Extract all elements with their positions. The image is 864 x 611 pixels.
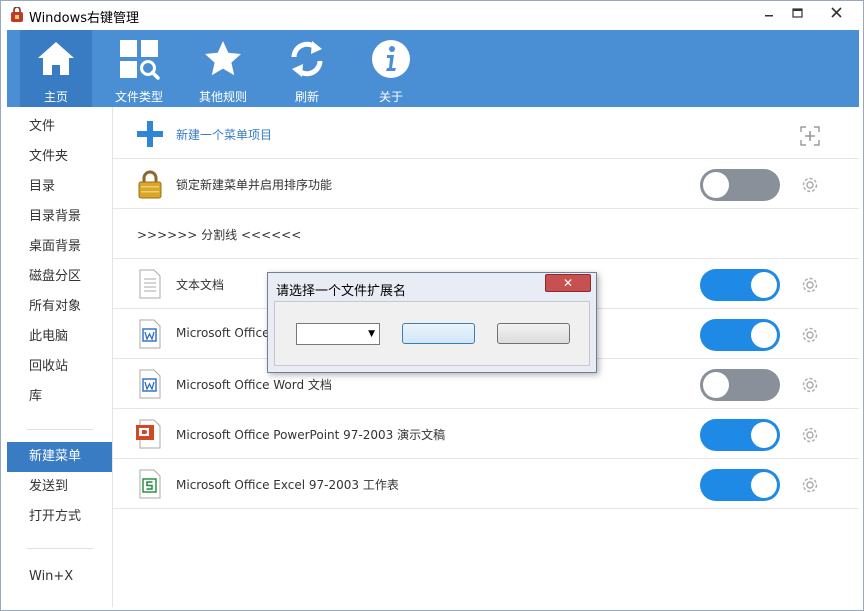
dialog-title: 请选择一个文件扩展名 [276,284,407,299]
sidebar-item-new-menu[interactable]: 新建菜单 [7,442,112,472]
sidebar-item-directory[interactable]: 目录 [7,172,112,202]
refresh-icon [291,41,323,77]
gear-icon[interactable] [800,325,820,345]
dialog-close-button[interactable]: ✕ [545,274,591,292]
tab-refresh[interactable]: 刷新 [271,30,343,107]
sidebar-item-drive[interactable]: 磁盘分区 [7,262,112,292]
sidebar-item-this-pc[interactable]: 此电脑 [7,322,112,352]
minimize-button[interactable] [755,2,783,22]
sidebar-item-all-objects[interactable]: 所有对象 [7,292,112,322]
toolbar: 主页 文件类型 其他规则 刷新 关于 [7,30,859,107]
toggle-switch[interactable] [700,269,780,301]
restore-icon [791,7,803,18]
star-icon [205,41,241,76]
tab-file-types[interactable]: 文件类型 [103,30,175,107]
info-icon [372,40,410,78]
word-icon [139,319,161,349]
tab-other-rules[interactable]: 其他规则 [187,30,259,107]
gear-icon[interactable] [800,275,820,295]
close-button[interactable] [813,2,859,22]
toggle-switch[interactable] [700,469,780,501]
word-icon [139,369,161,399]
sidebar-item-library[interactable]: 库 [7,382,112,412]
sidebar-item-folder[interactable]: 文件夹 [7,142,112,172]
sidebar-item-open-with[interactable]: 打开方式 [7,502,112,532]
close-icon [830,6,842,18]
toggle-switch[interactable] [700,369,780,401]
sidebar-item-desktop-background[interactable]: 桌面背景 [7,232,112,262]
toggle-knob [751,422,777,448]
cancel-button[interactable] [497,323,570,344]
toggle-knob [751,322,777,348]
row-label: 文本文档 [176,278,225,292]
tab-about-label: 关于 [378,90,403,104]
row-label: Microsoft Office Word 文档 [176,378,332,392]
tab-other-rules-label: 其他规则 [198,90,247,104]
row-label: 锁定新建菜单并启用排序功能 [176,178,333,192]
ok-button[interactable] [402,323,475,344]
list-item-excel[interactable]: Microsoft Office Excel 97-2003 工作表 [113,459,859,509]
excel-icon [139,469,161,499]
gear-icon[interactable] [800,475,820,495]
maximize-button[interactable] [783,2,811,22]
gear-icon[interactable] [800,175,820,195]
home-icon [38,42,74,75]
tab-file-types-label: 文件类型 [114,90,163,104]
list-item-separator[interactable]: >>>>>> 分割线 <<<<<< [113,209,859,259]
tab-home-label: 主页 [43,90,68,104]
extension-select[interactable]: ▼ [296,323,380,345]
file-type-search-icon [120,40,160,80]
sidebar-item-win-x[interactable]: Win+X [7,562,112,592]
toggle-switch[interactable] [700,419,780,451]
plus-icon [137,121,163,147]
list-item-powerpoint[interactable]: Microsoft Office PowerPoint 97-2003 演示文稿 [113,409,859,459]
row-label: 新建一个菜单项目 [176,128,273,142]
sidebar-item-file[interactable]: 文件 [7,112,112,142]
tab-refresh-label: 刷新 [294,90,319,104]
lock-icon [138,170,162,199]
toggle-switch[interactable] [700,169,780,201]
sidebar-divider [27,548,93,549]
sidebar-item-send-to[interactable]: 发送到 [7,472,112,502]
tab-home[interactable]: 主页 [20,30,92,107]
toggle-knob [703,172,729,198]
powerpoint-icon [136,419,161,449]
row-label: Microsoft Office Excel 97-2003 工作表 [176,478,399,492]
list-item-lock[interactable]: 锁定新建菜单并启用排序功能 [113,159,859,209]
gear-icon[interactable] [800,375,820,395]
list-item-add[interactable]: 新建一个菜单项目 [113,109,859,159]
sidebar-divider [27,429,93,430]
sidebar: 文件 文件夹 目录 目录背景 桌面背景 磁盘分区 所有对象 此电脑 回收站 库 … [7,107,113,607]
dialog-body: ▼ [274,301,590,366]
text-document-icon [139,269,161,299]
toggle-knob [751,272,777,298]
dropdown-arrow-icon: ▼ [368,329,375,339]
row-label: Microsoft Office PowerPoint 97-2003 演示文稿 [176,428,446,442]
toggle-knob [751,472,777,498]
toggle-knob [703,372,729,398]
app-icon [11,7,23,22]
sidebar-item-directory-background[interactable]: 目录背景 [7,202,112,232]
add-item-icon[interactable] [799,125,821,147]
separator-label: >>>>>> 分割线 <<<<<< [137,228,302,242]
row-label: Microsoft Office [176,326,270,340]
gear-icon[interactable] [800,425,820,445]
minimize-icon [765,15,773,17]
tab-about[interactable]: 关于 [355,30,427,107]
extension-dialog: 请选择一个文件扩展名 ✕ ▼ [267,272,597,373]
main-window: Windows右键管理 主页 文件类型 其他规则 刷新 关于 文件 文件夹 目录… [0,0,864,611]
title-bar[interactable]: Windows右键管理 [1,1,863,29]
window-title: Windows右键管理 [29,11,140,26]
toggle-switch[interactable] [700,319,780,351]
sidebar-item-recycle-bin[interactable]: 回收站 [7,352,112,382]
